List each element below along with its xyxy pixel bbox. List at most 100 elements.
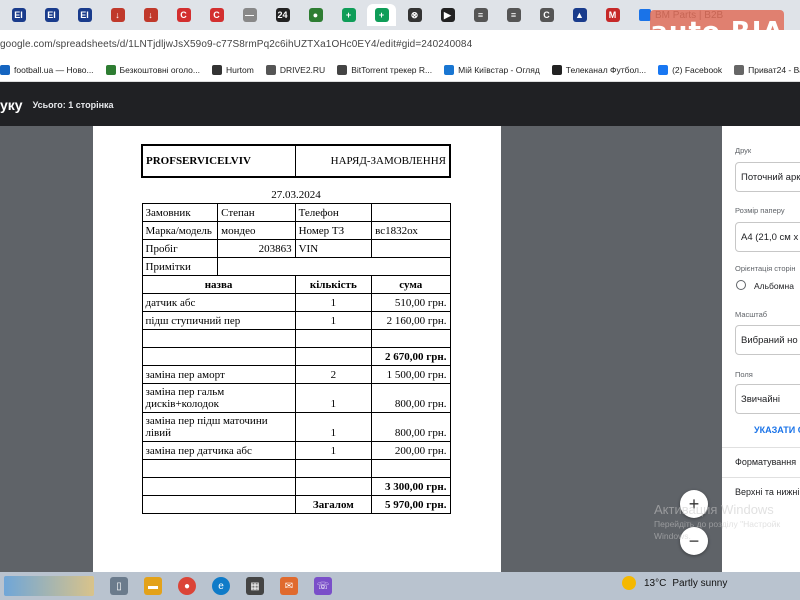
bookmark-item[interactable]: Hurtom <box>211 64 254 75</box>
formatting-section[interactable]: Форматування <box>722 447 800 477</box>
browser-tab[interactable]: C <box>532 4 561 26</box>
browser-tab[interactable]: EI <box>4 4 33 26</box>
watermark-line1: Активация Windows <box>654 502 774 517</box>
mileage-label: Пробіг <box>141 238 219 258</box>
task-view-icon[interactable]: ▯ <box>110 577 128 595</box>
print-header: уку Усього: 1 сторінка <box>0 84 800 126</box>
bookmark-item[interactable]: Приват24 - Ваш жи... <box>734 64 800 75</box>
col-name-header: назва <box>141 274 296 294</box>
custom-margins-link[interactable]: УКАЗАТИ С <box>754 425 800 435</box>
browser-tab[interactable]: + <box>334 4 363 26</box>
item-name: заміна пер датчика абс <box>141 440 296 460</box>
item-qty: 2 <box>294 364 373 384</box>
weather-widget[interactable]: 13°C Partly sunny <box>622 576 727 590</box>
browser-tab[interactable]: ≡ <box>499 4 528 26</box>
browser-tab[interactable]: C <box>169 4 198 26</box>
customer-value: Степан <box>217 202 296 222</box>
browser-tab[interactable]: ↓ <box>103 4 132 26</box>
bookmark-icon <box>337 64 348 75</box>
app-icon[interactable]: ▦ <box>246 577 264 595</box>
tab-icon-14: ▶ <box>440 8 455 22</box>
work-order-table: PROFSERVICELVIV НАРЯД-ЗАМОВЛЕННЯ 27.03.2… <box>140 144 451 514</box>
bookmark-item[interactable]: Мій Київстар - Огляд <box>444 64 540 75</box>
item-name: заміна пер аморт <box>141 364 296 384</box>
item-sum: 510,00 грн. <box>371 292 451 312</box>
search-box[interactable] <box>4 576 94 596</box>
browser-tab[interactable]: C <box>202 4 231 26</box>
tab-icon-15: ≡ <box>473 8 488 22</box>
doc-title: НАРЯД-ЗАМОВЛЕННЯ <box>294 144 451 178</box>
bookmark-label: football.ua — Ново... <box>14 64 94 75</box>
browser-tab[interactable]: ⊗ <box>400 4 429 26</box>
browser-tab[interactable]: ≡ <box>466 4 495 26</box>
margins-select[interactable]: Звичайні <box>735 384 800 414</box>
address-bar[interactable]: google.com/spreadsheets/d/1LNTjdljwJsX59… <box>0 30 800 58</box>
item-sum: 800,00 грн. <box>371 411 451 442</box>
browser-tab[interactable]: + <box>367 4 396 26</box>
print-label: Друк <box>735 146 752 155</box>
line-item-row: датчик абс 1 510,00 грн. <box>141 292 451 312</box>
page-count: Усього: 1 сторінка <box>32 100 114 110</box>
bookmark-item[interactable]: Телеканал Футбол... <box>551 64 646 75</box>
bookmark-label: (2) Facebook <box>672 64 723 75</box>
bookmark-icon <box>265 64 276 75</box>
bookmark-label: DRIVE2.RU <box>279 64 326 75</box>
browser-tab[interactable]: 24 <box>268 4 297 26</box>
bookmark-item[interactable]: (2) Facebook <box>658 64 723 75</box>
item-sum: 800,00 грн. <box>371 382 451 413</box>
browser-tab[interactable]: ↓ <box>136 4 165 26</box>
windows-activation-watermark: Активация Windows Перейдіть до розділу "… <box>654 502 780 541</box>
header-row: PROFSERVICELVIV НАРЯД-ЗАМОВЛЕННЯ <box>140 144 451 178</box>
col-qty-header: кількість <box>294 274 373 294</box>
bookmark-label: BitTorrent трекер R... <box>351 64 433 75</box>
tab-icon-4: ↓ <box>110 8 125 22</box>
scale-select[interactable]: Вибраний но <box>735 325 800 355</box>
tab-icon-12: + <box>374 8 389 22</box>
bookmark-icon <box>444 64 455 75</box>
item-name: заміна пер підш маточини лівий <box>141 411 296 442</box>
mail-icon[interactable]: ✉ <box>280 577 298 595</box>
bookmark-item[interactable]: football.ua — Ново... <box>0 64 94 75</box>
watermark-line2: Перейдіть до розділу "Настройк <box>654 519 781 529</box>
weather-text: Partly sunny <box>672 577 728 589</box>
tab-icon-6: C <box>176 8 191 22</box>
print-title: уку <box>0 97 23 113</box>
item-name: підш ступичний пер <box>141 310 296 330</box>
bookmark-icon <box>551 64 562 75</box>
paper-size-select[interactable]: A4 (21,0 см x <box>735 222 800 252</box>
bookmark-icon <box>658 64 669 75</box>
grand-total-label: Загалом <box>294 494 373 514</box>
browser-tab[interactable]: ▶ <box>433 4 462 26</box>
browser-tab[interactable]: ● <box>301 4 330 26</box>
sun-icon <box>622 576 636 590</box>
line-item-row: підш ступичний пер 1 2 160,00 грн. <box>141 310 451 330</box>
chrome-icon[interactable]: ● <box>178 577 196 595</box>
vin-value <box>371 238 451 258</box>
browser-tab[interactable]: ▲ <box>565 4 594 26</box>
orientation-label: Орієнтація сторін <box>735 264 796 273</box>
item-qty: 1 <box>294 292 373 312</box>
viber-icon[interactable]: ☏ <box>314 577 332 595</box>
file-explorer-icon[interactable]: ▬ <box>144 577 162 595</box>
plate-value: вс1832ох <box>371 220 451 240</box>
watermark-line3: Windows. <box>654 531 691 541</box>
margins-label: Поля <box>735 370 753 379</box>
browser-tab[interactable]: EI <box>70 4 99 26</box>
browser-tab[interactable]: EI <box>37 4 66 26</box>
landscape-radio[interactable] <box>736 280 746 290</box>
preview-page: PROFSERVICELVIV НАРЯД-ЗАМОВЛЕННЯ 27.03.2… <box>93 126 501 572</box>
bookmark-item[interactable]: BitTorrent трекер R... <box>337 64 433 75</box>
bookmark-label: Hurtom <box>225 64 254 75</box>
browser-tab[interactable]: — <box>235 4 264 26</box>
item-qty: 1 <box>294 440 373 460</box>
url-text[interactable]: google.com/spreadsheets/d/1LNTjdljwJsX59… <box>0 39 472 50</box>
print-select[interactable]: Поточний арк <box>735 162 800 192</box>
bookmark-label: Мій Київстар - Огляд <box>458 64 540 75</box>
item-sum: 1 500,00 грн. <box>371 364 451 384</box>
scale-label: Масштаб <box>735 310 768 319</box>
landscape-option-label[interactable]: Альбомна <box>754 281 794 291</box>
edge-icon[interactable]: e <box>212 577 230 595</box>
bookmark-item[interactable]: DRIVE2.RU <box>265 64 326 75</box>
browser-tab[interactable]: M <box>598 4 627 26</box>
bookmark-item[interactable]: Безкоштовні оголо... <box>105 64 200 75</box>
